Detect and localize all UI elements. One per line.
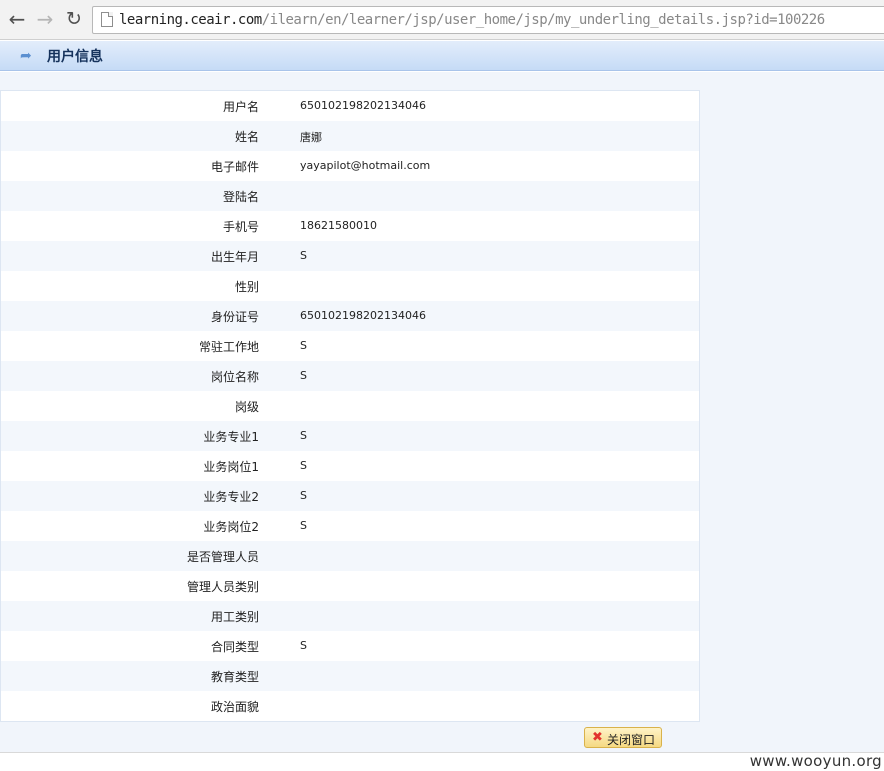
field-label: 业务岗位1 <box>203 460 259 474</box>
page-title: 用户信息 <box>47 49 103 65</box>
field-label: 用户名 <box>222 100 259 114</box>
field-value: S <box>300 519 307 532</box>
field-value: S <box>300 489 307 502</box>
field-label: 业务专业2 <box>203 490 259 504</box>
field-value: S <box>300 429 307 442</box>
field-label: 登陆名 <box>222 190 259 204</box>
field-value: S <box>300 249 307 262</box>
field-label: 手机号 <box>222 220 259 234</box>
table-row: 用户名 650102198202134046 <box>1 91 699 121</box>
address-bar[interactable]: learning.ceair.com/ilearn/en/learner/jsp… <box>92 6 884 34</box>
field-label: 出生年月 <box>210 250 259 264</box>
close-window-button[interactable]: ✖ 关闭窗口 <box>584 727 662 748</box>
field-label: 身份证号 <box>210 310 259 324</box>
field-value: S <box>300 369 307 382</box>
table-row: 教育类型 <box>1 661 699 691</box>
table-row: 业务岗位2 S <box>1 511 699 541</box>
field-value: 18621580010 <box>300 219 377 232</box>
field-label: 岗级 <box>234 400 259 414</box>
table-row: 管理人员类别 <box>1 571 699 601</box>
url-host: learning.ceair.com <box>119 12 262 28</box>
field-label: 是否管理人员 <box>186 550 259 564</box>
table-row: 业务专业2 S <box>1 481 699 511</box>
table-row: 合同类型 S <box>1 631 699 661</box>
table-row: 手机号 18621580010 <box>1 211 699 241</box>
table-row: 岗位名称 S <box>1 361 699 391</box>
table-row: 岗级 <box>1 391 699 421</box>
field-label: 合同类型 <box>210 640 259 654</box>
watermark: www.wooyun.org <box>749 752 882 770</box>
table-row: 业务岗位1 S <box>1 451 699 481</box>
field-value: S <box>300 459 307 472</box>
table-row: 常驻工作地 S <box>1 331 699 361</box>
field-label: 常驻工作地 <box>198 340 259 354</box>
url-text: learning.ceair.com/ilearn/en/learner/jsp… <box>119 12 825 28</box>
field-value: yayapilot@hotmail.com <box>300 159 431 172</box>
close-window-label: 关闭窗口 <box>607 733 656 747</box>
table-row: 身份证号 650102198202134046 <box>1 301 699 331</box>
table-row: 出生年月 S <box>1 241 699 271</box>
arrow-right-icon: ➦ <box>20 48 32 64</box>
field-value: S <box>300 339 307 352</box>
back-arrow-icon[interactable]: ← <box>6 8 28 30</box>
field-value: 650102198202134046 <box>300 99 426 112</box>
field-label: 姓名 <box>234 130 259 144</box>
url-path: /ilearn/en/learner/jsp/user_home/jsp/my_… <box>261 12 825 28</box>
field-label: 业务专业1 <box>203 430 259 444</box>
field-label: 用工类别 <box>210 610 259 624</box>
table-row: 业务专业1 S <box>1 421 699 451</box>
page-icon <box>101 12 113 27</box>
table-row: 姓名 唐娜 <box>1 121 699 151</box>
table-row: 是否管理人员 <box>1 541 699 571</box>
close-icon: ✖ <box>592 730 603 745</box>
field-value: 唐娜 <box>300 131 322 144</box>
table-row: 电子邮件 yayapilot@hotmail.com <box>1 151 699 181</box>
field-label: 教育类型 <box>210 670 259 684</box>
table-row: 政治面貌 <box>1 691 699 721</box>
field-label: 电子邮件 <box>210 160 259 174</box>
title-band: ➦ 用户信息 <box>0 41 884 71</box>
table-row: 用工类别 <box>1 601 699 631</box>
table-row: 登陆名 <box>1 181 699 211</box>
field-label: 性别 <box>234 280 259 294</box>
user-info-table: 用户名 650102198202134046 姓名 唐娜电子邮件 yayapilot@h… <box>0 90 700 722</box>
field-label: 管理人员类别 <box>186 580 259 594</box>
reload-icon[interactable]: ↻ <box>63 8 85 30</box>
field-value: 650102198202134046 <box>300 309 426 322</box>
browser-toolbar: ← → ↻ learning.ceair.com/ilearn/en/learn… <box>0 0 884 40</box>
field-label: 政治面貌 <box>210 700 259 714</box>
forward-arrow-icon[interactable]: → <box>34 8 56 30</box>
field-label: 岗位名称 <box>210 370 259 384</box>
field-label: 业务岗位2 <box>203 520 259 534</box>
field-value: S <box>300 639 307 652</box>
table-row: 性别 <box>1 271 699 301</box>
